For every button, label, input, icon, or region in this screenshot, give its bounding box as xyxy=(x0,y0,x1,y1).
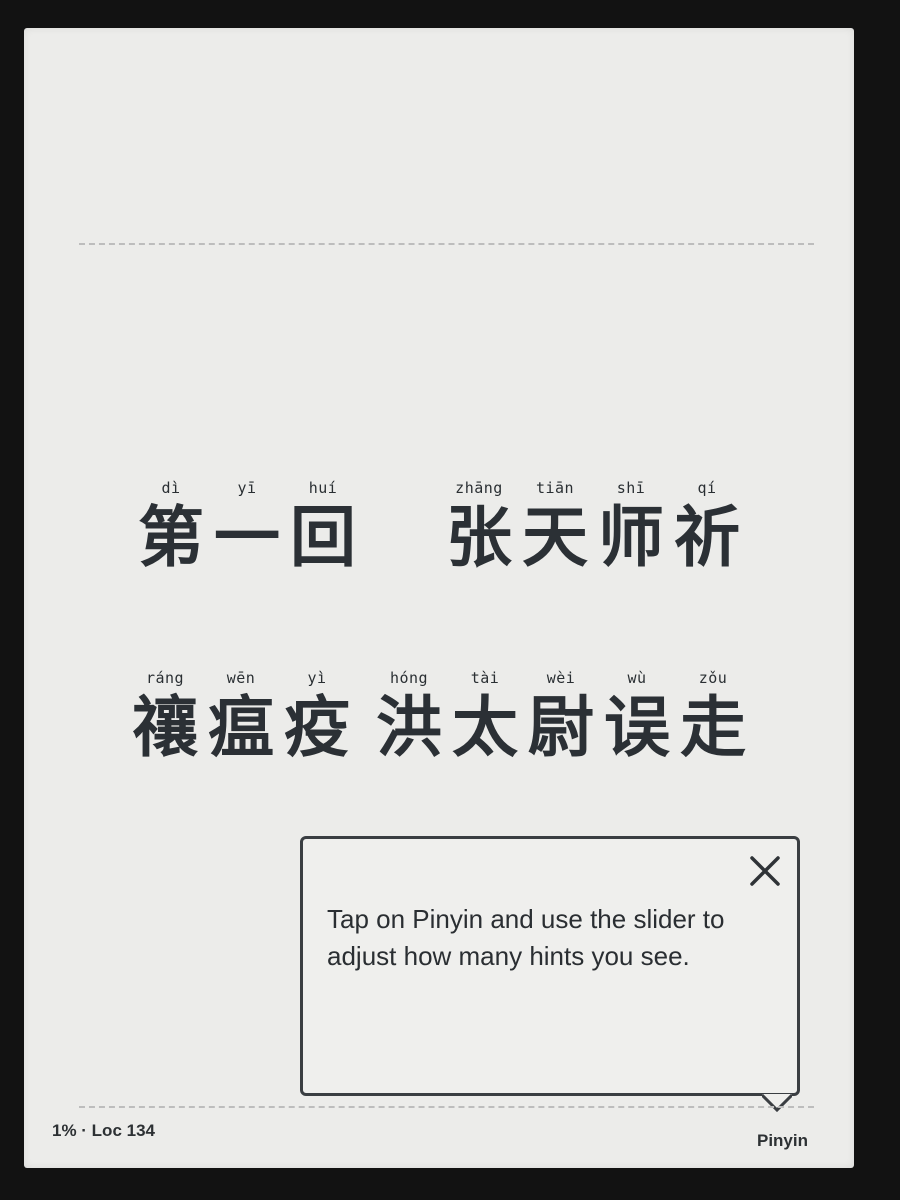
hanzi: 第 xyxy=(138,499,204,576)
hanzi: 祈 xyxy=(674,499,740,576)
close-icon[interactable] xyxy=(747,853,783,889)
pinyin-hint: dì xyxy=(161,479,181,497)
title-char[interactable]: yì 疫 xyxy=(279,668,355,768)
title-char[interactable]: tài 太 xyxy=(447,668,523,768)
title-char[interactable]: ráng 禳 xyxy=(127,668,203,768)
title-char[interactable]: wèi 尉 xyxy=(523,668,599,768)
pinyin-hint: shī xyxy=(616,479,646,497)
hanzi: 尉 xyxy=(528,689,594,766)
pinyin-hint: zǒu xyxy=(698,669,728,687)
title-char[interactable]: wēn 瘟 xyxy=(203,668,279,768)
title-char[interactable]: yī 一 xyxy=(209,478,285,578)
title-char[interactable]: shī 师 xyxy=(593,478,669,578)
pinyin-button[interactable]: Pinyin xyxy=(757,1131,808,1151)
reader-page[interactable]: dì 第 yī 一 huí 回 zhāng 张 tiān 天 shī 师 qí 祈 ráng 禳… xyxy=(24,28,854,1168)
tooltip-message: Tap on Pinyin and use the slider to adju… xyxy=(327,904,725,971)
hanzi: 一 xyxy=(214,499,280,576)
hanzi: 疫 xyxy=(284,689,350,766)
pinyin-hint: huí xyxy=(308,479,338,497)
top-divider xyxy=(79,243,814,245)
chapter-title-line-2: ráng 禳 wēn 瘟 yì 疫 hóng 洪 tài 太 wèi 尉 wù 误 zǒu 走 xyxy=(24,668,854,768)
hanzi: 洪 xyxy=(376,689,442,766)
hanzi: 太 xyxy=(452,689,518,766)
pinyin-hint-tooltip: Tap on Pinyin and use the slider to adju… xyxy=(300,836,800,1096)
title-char[interactable]: zǒu 走 xyxy=(675,668,751,768)
chapter-title-line-1: dì 第 yī 一 huí 回 zhāng 张 tiān 天 shī 师 qí 祈 xyxy=(24,478,854,578)
pinyin-hint: yì xyxy=(307,669,327,687)
pinyin-hint: zhāng xyxy=(455,479,503,497)
title-char[interactable]: hóng 洪 xyxy=(371,668,447,768)
hanzi: 瘟 xyxy=(208,689,274,766)
title-char[interactable]: tiān 天 xyxy=(517,478,593,578)
title-char[interactable]: dì 第 xyxy=(133,478,209,578)
pinyin-hint: tài xyxy=(470,669,500,687)
hanzi: 误 xyxy=(604,689,670,766)
hanzi: 天 xyxy=(522,499,588,576)
pinyin-hint: wù xyxy=(627,669,647,687)
pinyin-hint: hóng xyxy=(389,669,429,687)
pinyin-hint: wèi xyxy=(546,669,576,687)
hanzi: 张 xyxy=(446,499,512,576)
title-char[interactable]: huí 回 xyxy=(285,478,361,578)
hanzi: 禳 xyxy=(132,689,198,766)
reading-progress[interactable]: 1% · Loc 134 xyxy=(52,1121,155,1141)
title-char[interactable]: qí 祈 xyxy=(669,478,745,578)
pinyin-hint: wēn xyxy=(226,669,256,687)
pinyin-hint: qí xyxy=(697,479,717,497)
bottom-divider xyxy=(79,1106,814,1108)
title-char[interactable]: wù 误 xyxy=(599,668,675,768)
hanzi: 走 xyxy=(680,689,746,766)
pinyin-hint: ráng xyxy=(145,669,185,687)
pinyin-hint: yī xyxy=(237,479,257,497)
pinyin-hint: tiān xyxy=(535,479,575,497)
tooltip-pointer xyxy=(762,1094,792,1112)
hanzi: 师 xyxy=(598,499,664,576)
hanzi: 回 xyxy=(290,499,356,576)
title-char[interactable]: zhāng 张 xyxy=(441,478,517,578)
